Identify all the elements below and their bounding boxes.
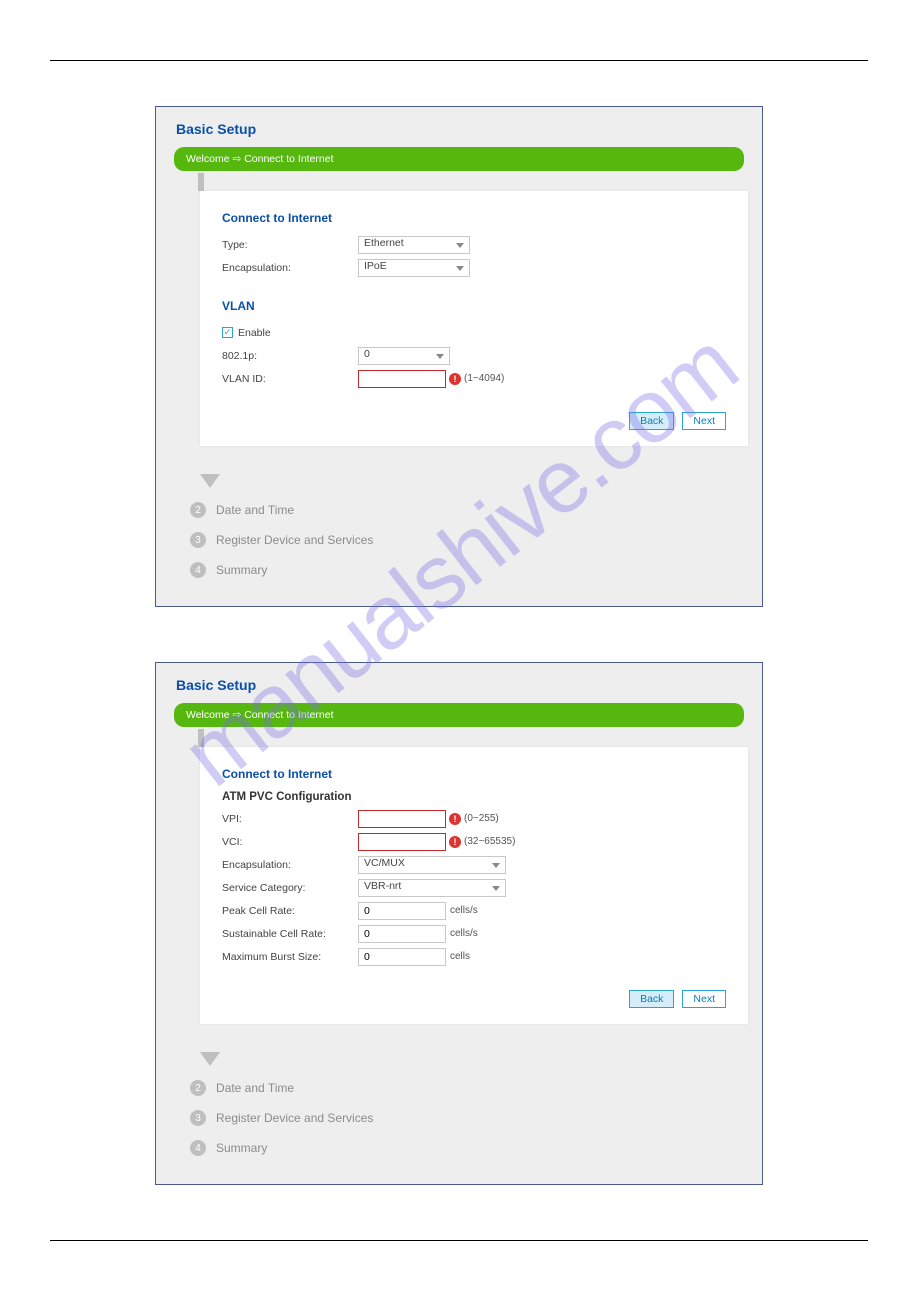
back-button[interactable]: Back	[629, 412, 674, 430]
back-button[interactable]: Back	[629, 990, 674, 1008]
step-separator-icon	[200, 474, 220, 488]
vlanid-label: VLAN ID:	[222, 373, 358, 385]
step-label: Register Device and Services	[216, 533, 373, 547]
type-value: Ethernet	[364, 237, 404, 249]
page-title: Basic Setup	[176, 677, 744, 693]
step-separator-icon	[200, 1052, 220, 1066]
encapsulation-label: Encapsulation:	[222, 262, 358, 274]
sustainable-cell-rate-label: Sustainable Cell Rate:	[222, 928, 358, 940]
type-label: Type:	[222, 239, 358, 251]
vci-label: VCI:	[222, 836, 358, 848]
step-number-icon: 3	[190, 1110, 206, 1126]
step-connector	[198, 729, 204, 747]
section-header-atm: ATM PVC Configuration	[222, 791, 726, 803]
top-rule	[50, 60, 868, 61]
vpi-input[interactable]	[358, 810, 446, 828]
step-number-icon: 4	[190, 562, 206, 578]
type-select[interactable]: Ethernet	[358, 236, 470, 254]
error-icon: !	[449, 813, 461, 825]
peak-cell-rate-input[interactable]	[358, 902, 446, 920]
step-label: Date and Time	[216, 1081, 294, 1095]
service-category-select[interactable]: VBR-nrt	[358, 879, 506, 897]
panel-ethernet-vlan: Basic Setup Welcome ⇨ Connect to Interne…	[155, 106, 763, 607]
peak-cell-rate-label: Peak Cell Rate:	[222, 905, 358, 917]
breadcrumb: Welcome ⇨ Connect to Internet	[174, 147, 744, 171]
step-number-icon: 4	[190, 1140, 206, 1156]
section-header-connect: Connect to Internet	[222, 211, 726, 225]
error-icon: !	[449, 836, 461, 848]
service-category-value: VBR-nrt	[364, 880, 401, 892]
step-number-icon: 2	[190, 502, 206, 518]
step-label: Register Device and Services	[216, 1111, 373, 1125]
step-label: Summary	[216, 1141, 267, 1155]
panel-atm-pvc: Basic Setup Welcome ⇨ Connect to Interne…	[155, 662, 763, 1185]
error-icon: !	[449, 373, 461, 385]
step-register[interactable]: 3 Register Device and Services	[190, 532, 744, 548]
step-date-time[interactable]: 2 Date and Time	[190, 502, 744, 518]
encapsulation-label: Encapsulation:	[222, 859, 358, 871]
sustainable-cell-rate-input[interactable]	[358, 925, 446, 943]
8021p-label: 802.1p:	[222, 350, 358, 362]
vpi-label: VPI:	[222, 813, 358, 825]
step-number-icon: 3	[190, 532, 206, 548]
enable-checkbox[interactable]: ✓	[222, 327, 233, 338]
step-label: Date and Time	[216, 503, 294, 517]
encapsulation-select[interactable]: VC/MUX	[358, 856, 506, 874]
max-burst-size-input[interactable]	[358, 948, 446, 966]
step-number-icon: 2	[190, 1080, 206, 1096]
encapsulation-select[interactable]: IPoE	[358, 259, 470, 277]
step-date-time[interactable]: 2 Date and Time	[190, 1080, 744, 1096]
sustainable-cell-rate-unit: cells/s	[450, 928, 478, 939]
step-summary[interactable]: 4 Summary	[190, 1140, 744, 1156]
encapsulation-value: IPoE	[364, 260, 387, 272]
breadcrumb: Welcome ⇨ Connect to Internet	[174, 703, 744, 727]
vpi-hint: (0~255)	[464, 813, 499, 824]
form-card: Connect to Internet ATM PVC Configuratio…	[200, 747, 748, 1024]
step-label: Summary	[216, 563, 267, 577]
next-button[interactable]: Next	[682, 990, 726, 1008]
encapsulation-value: VC/MUX	[364, 857, 405, 869]
step-register[interactable]: 3 Register Device and Services	[190, 1110, 744, 1126]
page-title: Basic Setup	[176, 121, 744, 137]
bottom-rule	[50, 1240, 868, 1241]
max-burst-size-unit: cells	[450, 951, 470, 962]
max-burst-size-label: Maximum Burst Size:	[222, 951, 358, 963]
vci-input[interactable]	[358, 833, 446, 851]
section-header-connect: Connect to Internet	[222, 767, 726, 781]
vlanid-hint: (1~4094)	[464, 373, 504, 384]
section-header-vlan: VLAN	[222, 299, 726, 313]
vlanid-input[interactable]	[358, 370, 446, 388]
enable-label: Enable	[238, 327, 271, 339]
step-summary[interactable]: 4 Summary	[190, 562, 744, 578]
8021p-select[interactable]: 0	[358, 347, 450, 365]
8021p-value: 0	[364, 348, 370, 360]
next-button[interactable]: Next	[682, 412, 726, 430]
step-connector	[198, 173, 204, 191]
form-card: Connect to Internet Type: Ethernet Encap…	[200, 191, 748, 446]
peak-cell-rate-unit: cells/s	[450, 905, 478, 916]
vci-hint: (32~65535)	[464, 836, 515, 847]
service-category-label: Service Category:	[222, 882, 358, 894]
